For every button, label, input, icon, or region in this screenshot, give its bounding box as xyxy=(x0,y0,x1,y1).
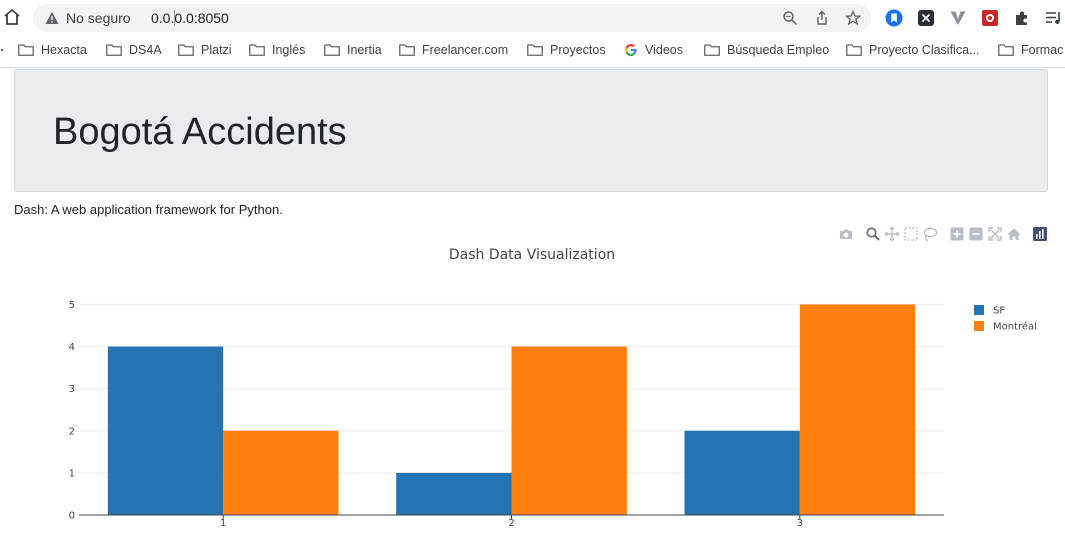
bookmarks-bar: Hexacta DS4A Platzi Inglés Inertia Freelancer… xyxy=(0,36,1065,64)
url-text[interactable]: 0.0.0.0:8050 xyxy=(151,10,229,26)
bookmark-label: Platzi xyxy=(201,43,232,57)
y-tick-label: 0 xyxy=(69,511,75,522)
page-title: Bogotá Accidents xyxy=(53,111,347,153)
header-jumbotron: Bogotá Accidents xyxy=(14,69,1048,192)
bookmarks-overflow-icon[interactable] xyxy=(0,41,6,59)
warning-icon[interactable] xyxy=(45,11,59,25)
y-tick-label: 5 xyxy=(69,300,75,311)
security-label[interactable]: No seguro xyxy=(66,10,131,26)
bookmark-label: Hexacta xyxy=(41,43,87,57)
chart-title: Dash Data Visualization xyxy=(449,247,615,263)
page-subtitle: Dash: A web application framework for Py… xyxy=(14,202,283,217)
folder-icon xyxy=(18,44,34,56)
bar-sf-3 xyxy=(684,430,800,515)
folder-icon xyxy=(527,44,543,56)
browser-toolbar: No seguro 0.0.0.0:8050 xyxy=(0,0,1065,36)
extension-red-icon[interactable] xyxy=(981,9,999,27)
bookmark-label: Freelancer.com xyxy=(422,43,509,57)
extension-bookmark-icon[interactable] xyxy=(885,9,903,27)
bookmark-item[interactable]: Inglés xyxy=(249,41,305,59)
bookmark-item[interactable]: Inertia xyxy=(324,41,382,59)
chrome-divider xyxy=(0,67,1065,68)
zoom-icon[interactable] xyxy=(782,10,798,26)
y-tick-label: 3 xyxy=(69,384,75,395)
y-tick-label: 4 xyxy=(69,342,75,353)
x-tick-label: 2 xyxy=(508,518,514,529)
extension-v-icon[interactable] xyxy=(949,9,967,27)
bar-sf-2 xyxy=(396,472,512,515)
bar-sf-1 xyxy=(107,346,224,515)
bookmark-label: Proyecto Clasifica... xyxy=(869,43,980,57)
bookmark-item[interactable]: Hexacta xyxy=(18,41,87,59)
bookmark-label: DS4A xyxy=(129,43,162,57)
bookmark-item[interactable]: Videos xyxy=(624,41,683,59)
bar-chart[interactable]: Dash Data Visualization 0 1 2 3 4 5 1 2 3 SF Montré… xyxy=(0,240,1065,559)
bookmark-label: Búsqueda Empleo xyxy=(727,43,830,57)
folder-icon xyxy=(324,44,340,56)
extension-x-icon[interactable] xyxy=(917,9,935,27)
bookmark-item[interactable]: Proyecto Clasifica... xyxy=(846,41,979,59)
bookmark-label: Inglés xyxy=(272,43,306,57)
share-icon[interactable] xyxy=(814,10,830,26)
x-tick-label: 3 xyxy=(797,518,803,529)
bookmark-label: Formac xyxy=(1021,43,1064,57)
y-tick-label: 2 xyxy=(69,426,75,437)
folder-icon xyxy=(998,44,1014,56)
bar-montral-2 xyxy=(511,346,627,515)
bookmark-item[interactable]: Freelancer.com xyxy=(399,41,508,59)
folder-icon xyxy=(846,44,862,56)
bookmark-item[interactable]: DS4A xyxy=(106,41,162,59)
bookmark-item[interactable]: Proyectos xyxy=(527,41,606,59)
media-control-icon[interactable] xyxy=(1045,9,1063,27)
bookmark-label: Inertia xyxy=(347,43,382,57)
folder-icon xyxy=(399,44,415,56)
bookmark-item[interactable]: Formac xyxy=(998,41,1063,59)
bookmark-label: Proyectos xyxy=(550,43,606,57)
legend-label: Montréal xyxy=(993,321,1037,333)
folder-icon xyxy=(178,44,194,56)
bar-montral-3 xyxy=(799,304,916,515)
x-tick-label: 1 xyxy=(220,518,226,529)
bookmark-star-icon[interactable] xyxy=(845,10,861,26)
bookmark-item[interactable]: Búsqueda Empleo xyxy=(704,41,829,59)
bookmark-item[interactable]: Platzi xyxy=(178,41,232,59)
home-icon[interactable] xyxy=(2,7,22,27)
legend-swatch xyxy=(974,305,984,315)
legend-label: SF xyxy=(993,306,1005,317)
bar-montral-1 xyxy=(223,430,339,515)
folder-icon xyxy=(106,44,122,56)
folder-icon xyxy=(249,44,265,56)
bookmark-label: Videos xyxy=(645,43,683,57)
puzzle-extensions-icon[interactable] xyxy=(1013,9,1031,27)
google-icon xyxy=(625,43,637,57)
folder-icon xyxy=(704,44,720,56)
legend-swatch xyxy=(974,321,984,331)
y-tick-label: 1 xyxy=(69,468,75,479)
address-bar[interactable]: No seguro 0.0.0.0:8050 xyxy=(33,4,871,32)
